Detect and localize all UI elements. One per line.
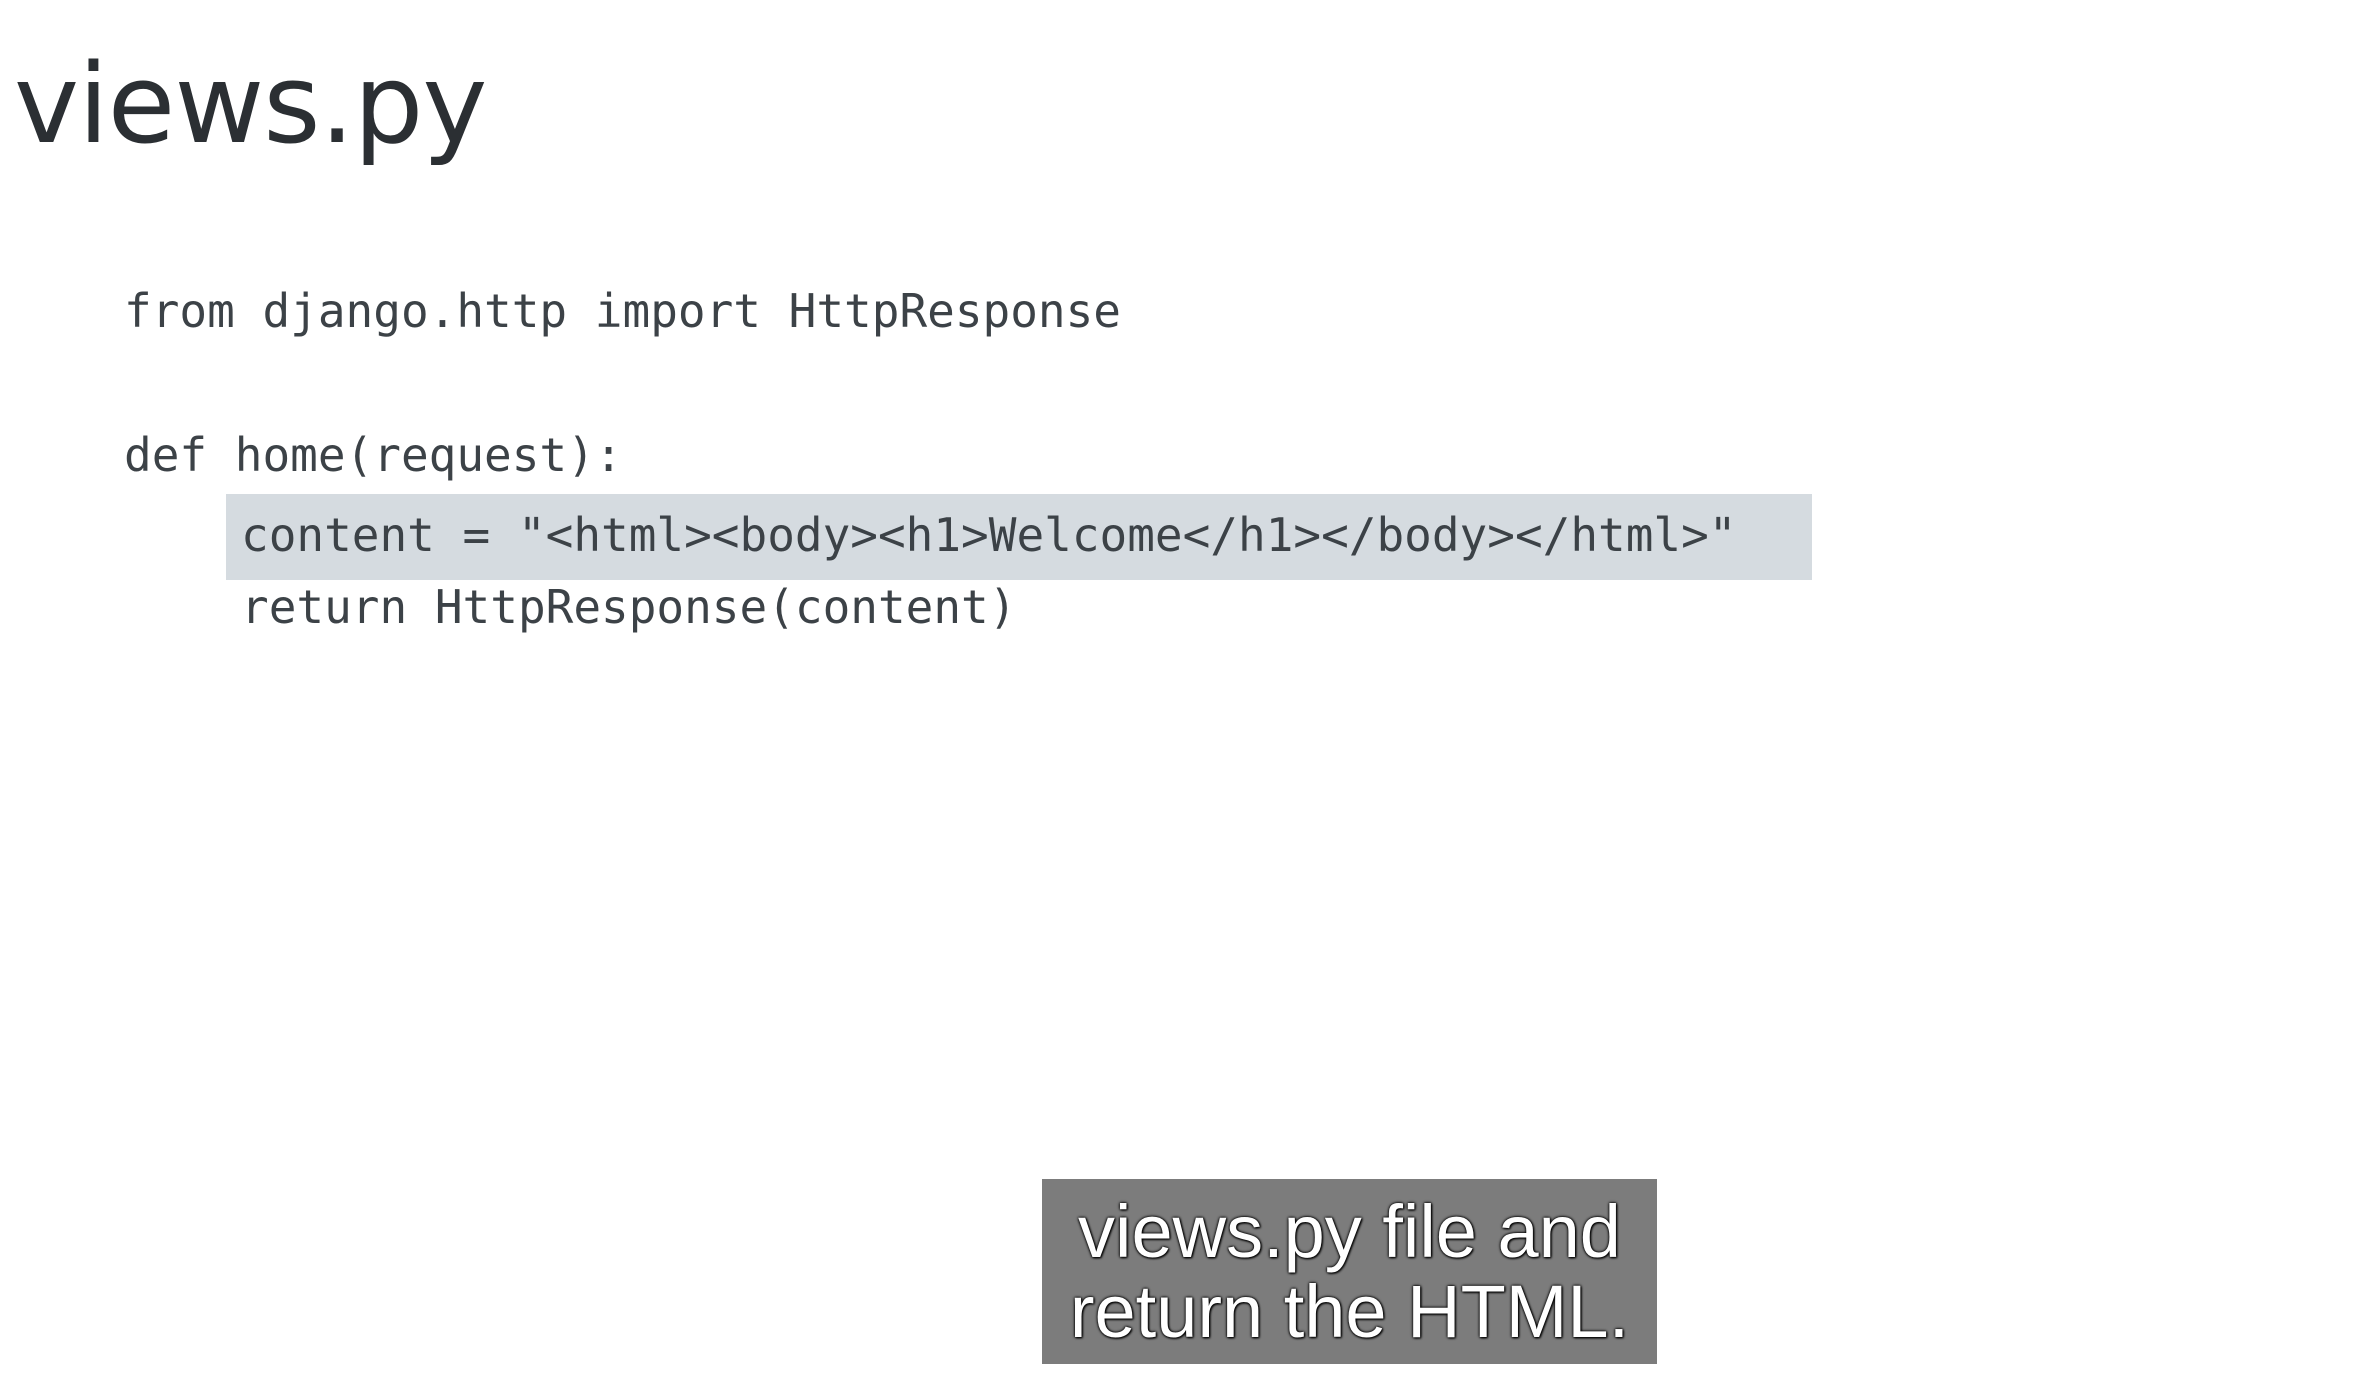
code-line-return: return HttpResponse(content) xyxy=(241,580,1017,634)
code-line-content-assignment: content = "<html><body><h1>Welcome</h1><… xyxy=(241,508,1737,562)
code-line-def: def home(request): xyxy=(124,428,623,482)
slide-title: views.py xyxy=(14,40,487,168)
subtitle-caption: views.py file and return the HTML. xyxy=(1042,1179,1657,1364)
code-block: from django.http import HttpResponse def… xyxy=(124,275,1737,634)
code-line-import: from django.http import HttpResponse xyxy=(124,284,1121,338)
subtitle-caption-line: views.py file and xyxy=(1078,1189,1621,1273)
subtitle-caption-line: return the HTML. xyxy=(1069,1269,1630,1353)
